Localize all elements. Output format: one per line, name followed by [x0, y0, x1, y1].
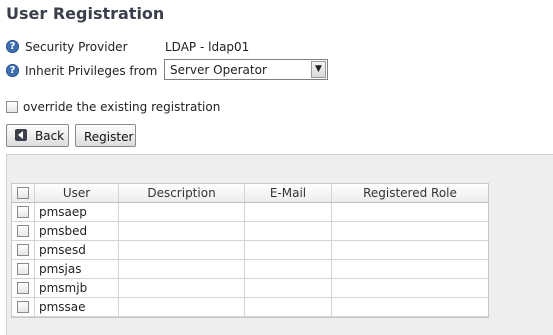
- description-cell: [119, 298, 245, 316]
- user-cell: pmsbed: [35, 222, 119, 240]
- table-header-row: User Description E-Mail Registered Role: [12, 184, 488, 203]
- override-checkbox[interactable]: [6, 101, 18, 113]
- column-header-description[interactable]: Description: [119, 184, 245, 202]
- user-table: User Description E-Mail Registered Role …: [11, 183, 489, 318]
- user-cell: pmsesd: [35, 241, 119, 259]
- table-row[interactable]: pmsesd: [12, 241, 488, 260]
- register-button[interactable]: Register: [75, 124, 136, 147]
- description-cell: [119, 241, 245, 259]
- role-cell: [332, 222, 488, 240]
- help-icon[interactable]: ?: [6, 40, 19, 53]
- table-row[interactable]: pmssae: [12, 298, 488, 317]
- role-cell: [332, 203, 488, 221]
- row-checkbox[interactable]: [17, 206, 29, 218]
- row-checkbox[interactable]: [17, 225, 29, 237]
- override-label: override the existing registration: [23, 100, 221, 114]
- help-icon[interactable]: ?: [6, 64, 19, 77]
- user-cell: pmsaep: [35, 203, 119, 221]
- email-cell: [245, 260, 332, 278]
- email-cell: [245, 298, 332, 316]
- role-cell: [332, 241, 488, 259]
- user-cell: pmsjas: [35, 260, 119, 278]
- role-cell: [332, 298, 488, 316]
- table-row[interactable]: pmsbed: [12, 222, 488, 241]
- email-cell: [245, 241, 332, 259]
- role-cell: [332, 260, 488, 278]
- email-cell: [245, 279, 332, 297]
- role-cell: [332, 279, 488, 297]
- email-cell: [245, 203, 332, 221]
- register-button-label: Register: [84, 130, 134, 144]
- column-header-email[interactable]: E-Mail: [245, 184, 332, 202]
- back-arrow-icon: [15, 129, 27, 141]
- inherit-privileges-select[interactable]: Server Operator ▼: [164, 59, 328, 80]
- row-checkbox[interactable]: [17, 282, 29, 294]
- back-button[interactable]: Back: [6, 124, 69, 147]
- table-row[interactable]: pmsaep: [12, 203, 488, 222]
- security-provider-label: Security Provider: [25, 40, 128, 54]
- description-cell: [119, 203, 245, 221]
- column-header-user[interactable]: User: [35, 184, 119, 202]
- email-cell: [245, 222, 332, 240]
- chevron-down-icon[interactable]: ▼: [311, 61, 326, 78]
- select-all-checkbox[interactable]: [17, 187, 29, 199]
- description-cell: [119, 279, 245, 297]
- page-title: User Registration: [6, 4, 165, 23]
- row-checkbox[interactable]: [17, 301, 29, 313]
- user-cell: pmssae: [35, 298, 119, 316]
- security-provider-value: LDAP - ldap01: [165, 40, 250, 54]
- user-cell: pmsmjb: [35, 279, 119, 297]
- row-checkbox[interactable]: [17, 244, 29, 256]
- inherit-privileges-label: Inherit Privileges from: [25, 64, 158, 78]
- description-cell: [119, 260, 245, 278]
- table-row[interactable]: pmsjas: [12, 260, 488, 279]
- inherit-privileges-selected-value: Server Operator: [170, 63, 267, 77]
- column-header-registered-role[interactable]: Registered Role: [332, 184, 488, 202]
- row-checkbox[interactable]: [17, 263, 29, 275]
- description-cell: [119, 222, 245, 240]
- back-button-label: Back: [35, 129, 65, 143]
- table-row[interactable]: pmsmjb: [12, 279, 488, 298]
